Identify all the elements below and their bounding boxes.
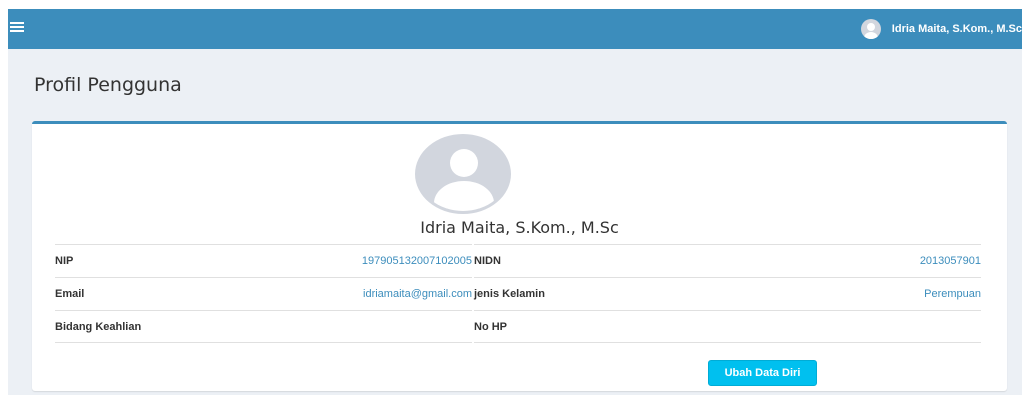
- info-row-no-hp: No HP: [474, 310, 981, 343]
- profile-box: Idria Maita, S.Kom., M.Sc NIP 1979051320…: [32, 121, 1007, 391]
- info-value[interactable]: 197905132007102005: [362, 255, 472, 267]
- info-label: Email: [55, 288, 85, 300]
- info-value[interactable]: 2013057901: [920, 255, 981, 267]
- info-value[interactable]: Perempuan: [924, 288, 981, 300]
- info-value[interactable]: idriamaita@gmail.com: [363, 288, 472, 300]
- profile-name: Idria Maita, S.Kom., M.Sc: [420, 218, 619, 237]
- profile-avatar-icon: [415, 134, 511, 214]
- profile-info-left: NIP 197905132007102005 Email idriamaita@…: [55, 244, 472, 343]
- info-label: jenis Kelamin: [474, 288, 545, 300]
- info-row-jenis-kelamin: jenis Kelamin Perempuan: [474, 277, 981, 310]
- content-wrapper: Profil Pengguna Idria Maita, S.Kom., M.S…: [8, 49, 1022, 395]
- edit-profile-button[interactable]: Ubah Data Diri: [708, 360, 817, 386]
- profile-info-right: NIDN 2013057901 jenis Kelamin Perempuan …: [474, 244, 981, 343]
- user-menu[interactable]: Idria Maita, S.Kom., M.Sc: [860, 9, 1022, 49]
- info-label: Bidang Keahlian: [55, 320, 142, 333]
- page-title: Profil Pengguna: [34, 74, 182, 96]
- info-label: NIDN: [474, 255, 501, 267]
- info-row-bidang-keahlian: Bidang Keahlian: [55, 310, 472, 343]
- info-row-email: Email idriamaita@gmail.com: [55, 277, 472, 310]
- hamburger-menu-icon[interactable]: [10, 20, 24, 34]
- info-row-nip: NIP 197905132007102005: [55, 244, 472, 277]
- user-name: Idria Maita, S.Kom., M.Sc: [891, 23, 1022, 35]
- info-label: NIP: [55, 255, 74, 267]
- info-label: No HP: [474, 320, 507, 333]
- user-avatar-icon: [860, 19, 881, 39]
- top-navbar: Idria Maita, S.Kom., M.Sc: [8, 9, 1022, 49]
- info-row-nidn: NIDN 2013057901: [474, 244, 981, 277]
